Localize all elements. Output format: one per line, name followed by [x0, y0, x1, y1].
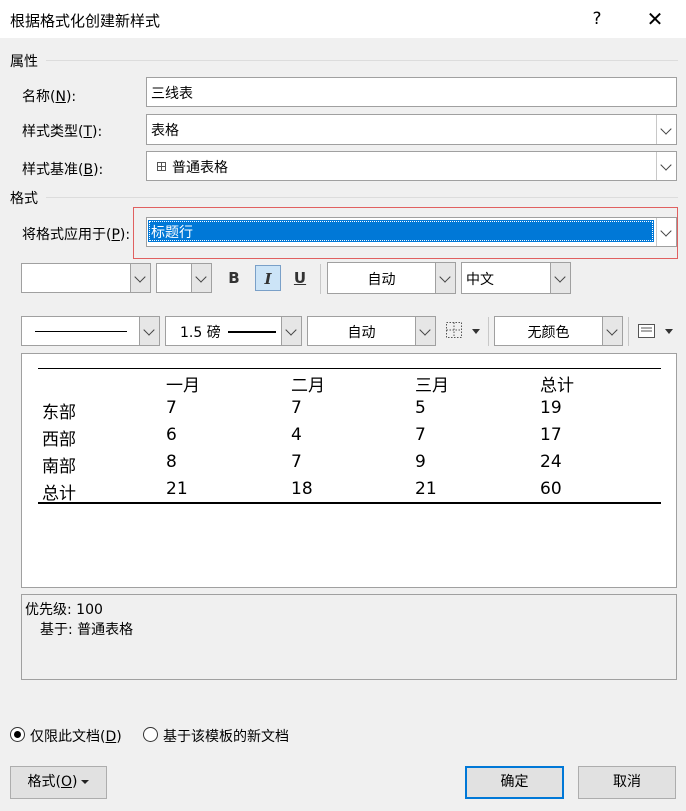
script-value: 中文 [466, 272, 494, 288]
chevron-down-icon[interactable] [656, 218, 676, 246]
window-title: 根据格式化创建新样式 [10, 12, 161, 30]
properties-section-label: 属性 [10, 54, 38, 70]
style-type-value: 表格 [151, 123, 179, 139]
font-size-dropdown[interactable] [156, 263, 212, 293]
close-button[interactable]: ✕ [632, 0, 678, 38]
border-style-dropdown[interactable] [21, 316, 160, 346]
style-type-label: 样式类型(T): [22, 124, 103, 140]
format-divider [46, 197, 678, 198]
font-color-value: 自动 [367, 272, 396, 288]
only-this-document-label[interactable]: 仅限此文档(D) [30, 726, 122, 746]
table-icon [157, 162, 166, 171]
border-weight-dropdown[interactable]: 1.5 磅 [165, 316, 302, 346]
preview-header: 二月 [291, 376, 325, 396]
underline-button[interactable]: U [287, 265, 313, 291]
preview-header: 一月 [166, 376, 200, 396]
chevron-down-icon[interactable] [656, 115, 676, 144]
shading-dropdown[interactable]: 无颜色 [494, 316, 623, 346]
border-style-sample [35, 331, 127, 332]
bold-button[interactable]: B [221, 265, 247, 291]
border-weight-value: 1.5 磅 [180, 325, 221, 341]
chevron-down-icon[interactable] [191, 264, 211, 292]
cancel-button[interactable]: 取消 [578, 766, 676, 799]
toolbar-separator [488, 317, 489, 346]
script-dropdown[interactable]: 中文 [461, 262, 571, 294]
apply-to-label: 将格式应用于(P): [22, 227, 131, 243]
caret-down-icon [665, 329, 673, 334]
preview-bottom-rule [38, 502, 661, 504]
new-documents-label[interactable]: 基于该模板的新文档 [163, 726, 289, 746]
priority-text: 优先级: 100 [25, 602, 103, 618]
caret-down-icon [472, 329, 480, 334]
name-input[interactable]: 三线表 [146, 77, 677, 107]
chevron-down-icon[interactable] [550, 263, 570, 293]
style-base-label: 样式基准(B): [22, 162, 104, 178]
border-color-dropdown[interactable]: 自动 [307, 316, 436, 346]
new-documents-radio[interactable] [143, 727, 158, 742]
table-alignment-icon [638, 324, 655, 338]
style-base-value: 普通表格 [172, 160, 228, 176]
chevron-down-icon[interactable] [281, 317, 301, 345]
help-button[interactable]: ? [574, 0, 620, 38]
name-input-value: 三线表 [151, 86, 193, 102]
only-this-document-radio[interactable] [10, 727, 25, 742]
style-type-dropdown[interactable]: 表格 [146, 114, 677, 145]
toolbar-separator [320, 264, 321, 294]
font-name-dropdown[interactable] [21, 263, 151, 293]
preview-top-rule [38, 368, 661, 369]
shading-value: 无颜色 [527, 325, 570, 341]
style-base-dropdown[interactable]: 普通表格 [146, 151, 677, 181]
chevron-down-icon[interactable] [415, 317, 435, 345]
properties-divider [46, 60, 678, 61]
title-bar: 根据格式化创建新样式 ? ✕ [0, 0, 686, 38]
table-preview: 一月 二月 三月 总计 东部 7 7 5 19 西部 6 4 7 17 南部 8… [21, 353, 677, 588]
font-color-dropdown[interactable]: 自动 [327, 262, 456, 294]
toolbar-separator [628, 317, 629, 346]
ok-button[interactable]: 确定 [465, 766, 564, 799]
based-on-text: 基于: 普通表格 [40, 622, 134, 638]
name-label: 名称(N): [22, 89, 77, 105]
format-section-label: 格式 [10, 191, 38, 207]
preview-header: 总计 [540, 376, 574, 396]
apply-to-selected-option[interactable]: 标题行 [148, 220, 654, 242]
borders-button[interactable] [440, 316, 486, 346]
chevron-down-icon[interactable] [139, 317, 159, 345]
caret-down-icon [81, 780, 90, 784]
border-weight-sample [228, 331, 276, 333]
chevron-down-icon[interactable] [130, 264, 150, 292]
italic-button[interactable]: I [255, 265, 281, 291]
chevron-down-icon[interactable] [656, 152, 676, 180]
chevron-down-icon[interactable] [602, 317, 622, 345]
alignment-button[interactable] [632, 316, 678, 346]
border-color-value: 自动 [347, 325, 376, 341]
borders-grid-icon [446, 322, 462, 338]
chevron-down-icon[interactable] [435, 263, 455, 293]
preview-header: 三月 [415, 376, 449, 396]
style-description: 优先级: 100 基于: 普通表格 [21, 594, 677, 680]
format-menu-button[interactable]: 格式(O) [10, 766, 107, 799]
